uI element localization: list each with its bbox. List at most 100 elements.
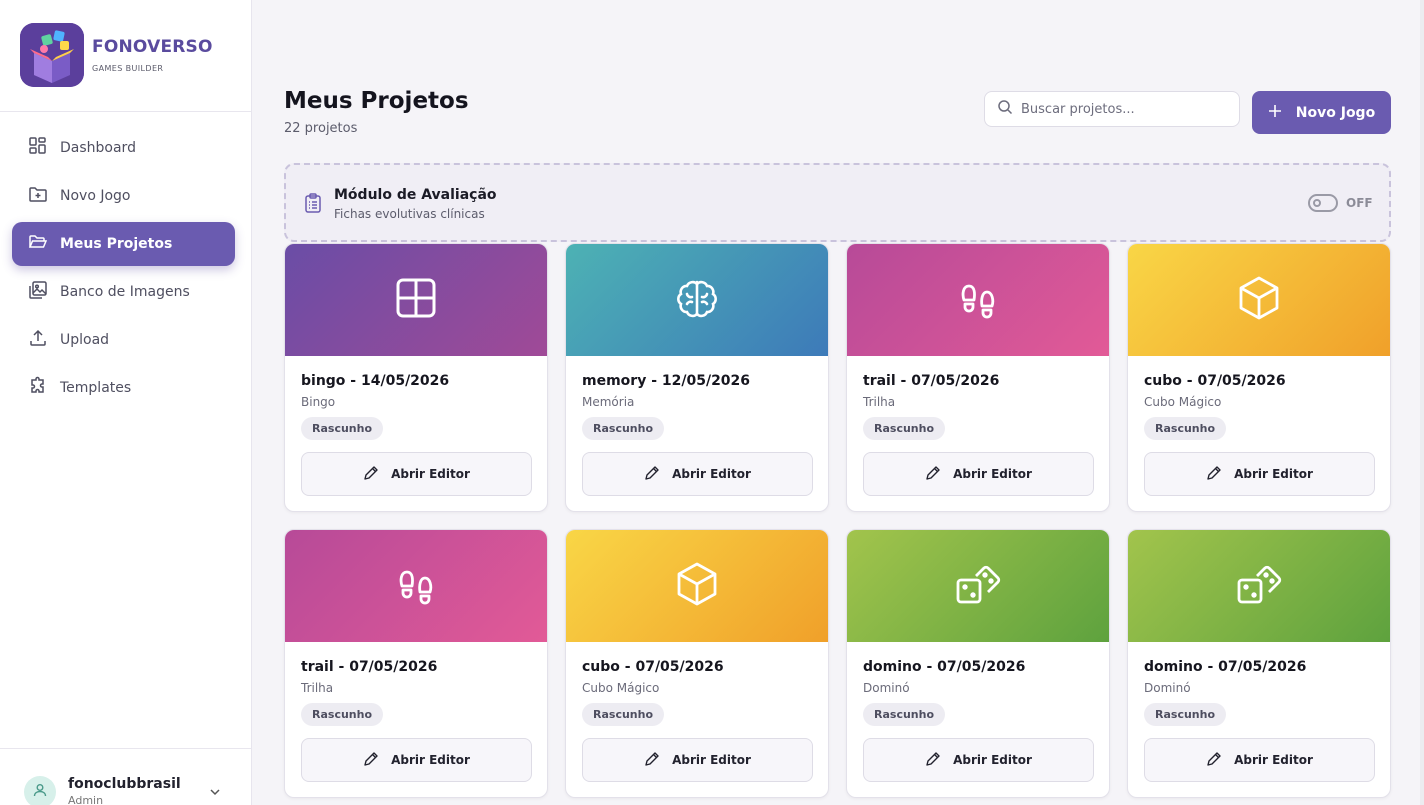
project-card[interactable]: domino - 07/05/2026 Dominó Rascunho Abrir E… — [846, 529, 1110, 798]
pencil-icon — [644, 465, 672, 484]
project-type: Dominó — [1144, 681, 1191, 695]
project-title: trail - 07/05/2026 — [863, 373, 1000, 389]
sidebar-item-label: Banco de Imagens — [60, 284, 190, 300]
project-card[interactable]: memory - 12/05/2026 Memória Rascunho Abrir … — [565, 243, 829, 512]
images-icon — [28, 280, 60, 304]
open-editor-button[interactable]: Abrir Editor — [863, 452, 1094, 496]
grid-icon — [394, 276, 438, 324]
brain-icon — [673, 274, 721, 326]
plus-icon — [1268, 104, 1296, 122]
project-card[interactable]: trail - 07/05/2026 Trilha Rascunho Abrir Ed… — [846, 243, 1110, 512]
project-type: Cubo Mágico — [1144, 395, 1222, 409]
project-title: cubo - 07/05/2026 — [582, 659, 724, 675]
open-editor-button[interactable]: Abrir Editor — [582, 738, 813, 782]
project-card[interactable]: domino - 07/05/2026 Dominó Rascunho Abrir E… — [1127, 529, 1391, 798]
sidebar-item-dashboard[interactable]: Dashboard — [12, 126, 235, 170]
project-card[interactable]: cubo - 07/05/2026 Cubo Mágico Rascunho Abri… — [1127, 243, 1391, 512]
project-count: 22 projetos — [284, 121, 358, 136]
project-banner — [566, 244, 828, 356]
brand-subtitle: GAMES BUILDER — [92, 64, 164, 73]
dashboard-icon — [28, 136, 60, 160]
sidebar-item-banco-de-imagens[interactable]: Banco de Imagens — [12, 270, 235, 314]
module-title: Módulo de Avaliação — [334, 187, 497, 203]
folder-plus-icon — [28, 184, 60, 208]
project-title: domino - 07/05/2026 — [863, 659, 1026, 675]
new-game-label: Novo Jogo — [1295, 104, 1376, 121]
upload-icon — [28, 328, 60, 352]
pencil-icon — [363, 751, 391, 770]
pencil-icon — [1206, 465, 1234, 484]
sidebar-item-templates[interactable]: Templates — [12, 366, 235, 410]
footprints-icon — [392, 560, 440, 612]
module-subtitle: Fichas evolutivas clínicas — [334, 207, 485, 221]
project-banner — [566, 530, 828, 642]
search-icon — [997, 99, 1013, 119]
project-grid: bingo - 14/05/2026 Bingo Rascunho Abrir Edi… — [284, 243, 1391, 798]
dice-icon — [1235, 560, 1283, 612]
user-role: Admin — [68, 794, 104, 805]
toggle-label: OFF — [1346, 196, 1373, 210]
folder-open-icon — [28, 232, 60, 256]
sidebar-divider — [0, 111, 251, 112]
user-name: fonoclubbrasil — [68, 776, 181, 792]
project-type: Cubo Mágico — [582, 681, 660, 695]
project-banner — [285, 530, 547, 642]
open-editor-button[interactable]: Abrir Editor — [1144, 452, 1375, 496]
status-badge: Rascunho — [1144, 417, 1227, 440]
puzzle-icon — [28, 376, 60, 400]
chevron-down-icon[interactable] — [208, 784, 222, 803]
sidebar-nav: Dashboard Novo Jogo Meus Projetos Banco … — [12, 126, 235, 414]
scrollbar[interactable] — [1420, 0, 1424, 805]
sidebar-item-meus-projetos[interactable]: Meus Projetos — [12, 222, 235, 266]
project-type: Memória — [582, 395, 635, 409]
sidebar-item-upload[interactable]: Upload — [12, 318, 235, 362]
avatar — [24, 776, 56, 805]
open-editor-label: Abrir Editor — [672, 467, 751, 481]
open-editor-button[interactable]: Abrir Editor — [301, 452, 532, 496]
project-type: Trilha — [863, 395, 896, 409]
project-type: Trilha — [301, 681, 334, 695]
status-badge: Rascunho — [1144, 703, 1227, 726]
project-type: Bingo — [301, 395, 336, 409]
open-editor-button[interactable]: Abrir Editor — [301, 738, 532, 782]
project-title: domino - 07/05/2026 — [1144, 659, 1307, 675]
project-title: cubo - 07/05/2026 — [1144, 373, 1286, 389]
search-input[interactable] — [1021, 101, 1221, 117]
cube-icon — [1235, 274, 1283, 326]
toggle-knob — [1313, 199, 1321, 207]
new-game-button[interactable]: Novo Jogo — [1252, 91, 1391, 134]
sidebar: FONOVERSO GAMES BUILDER Dashboard Novo J… — [0, 0, 252, 805]
project-type: Dominó — [863, 681, 910, 695]
sidebar-item-novo-jogo[interactable]: Novo Jogo — [12, 174, 235, 218]
project-card[interactable]: cubo - 07/05/2026 Cubo Mágico Rascunho Abri… — [565, 529, 829, 798]
pencil-icon — [363, 465, 391, 484]
user-menu[interactable]: fonoclubbrasil Admin — [24, 776, 234, 805]
project-card[interactable]: trail - 07/05/2026 Trilha Rascunho Abrir Ed… — [284, 529, 548, 798]
open-editor-button[interactable]: Abrir Editor — [863, 738, 1094, 782]
open-editor-label: Abrir Editor — [391, 467, 470, 481]
brand[interactable]: FONOVERSO GAMES BUILDER — [20, 23, 213, 87]
pencil-icon — [644, 751, 672, 770]
open-editor-label: Abrir Editor — [953, 467, 1032, 481]
page-title: Meus Projetos — [284, 88, 469, 114]
project-banner — [1128, 530, 1390, 642]
pencil-icon — [925, 465, 953, 484]
project-card[interactable]: bingo - 14/05/2026 Bingo Rascunho Abrir Edi… — [284, 243, 548, 512]
open-editor-button[interactable]: Abrir Editor — [1144, 738, 1375, 782]
pencil-icon — [1206, 751, 1234, 770]
sidebar-item-label: Novo Jogo — [60, 188, 131, 204]
project-title: trail - 07/05/2026 — [301, 659, 438, 675]
cube-icon — [673, 560, 721, 612]
clipboard-icon — [304, 193, 322, 217]
assessment-module-panel: Módulo de Avaliação Fichas evolutivas cl… — [284, 163, 1391, 242]
dice-icon — [954, 560, 1002, 612]
status-badge: Rascunho — [301, 703, 384, 726]
open-editor-button[interactable]: Abrir Editor — [582, 452, 813, 496]
project-title: bingo - 14/05/2026 — [301, 373, 450, 389]
status-badge: Rascunho — [863, 417, 946, 440]
module-toggle[interactable] — [1308, 194, 1338, 212]
project-banner — [847, 244, 1109, 356]
search-box[interactable] — [984, 91, 1240, 127]
sidebar-item-label: Meus Projetos — [60, 236, 173, 252]
project-banner — [285, 244, 547, 356]
